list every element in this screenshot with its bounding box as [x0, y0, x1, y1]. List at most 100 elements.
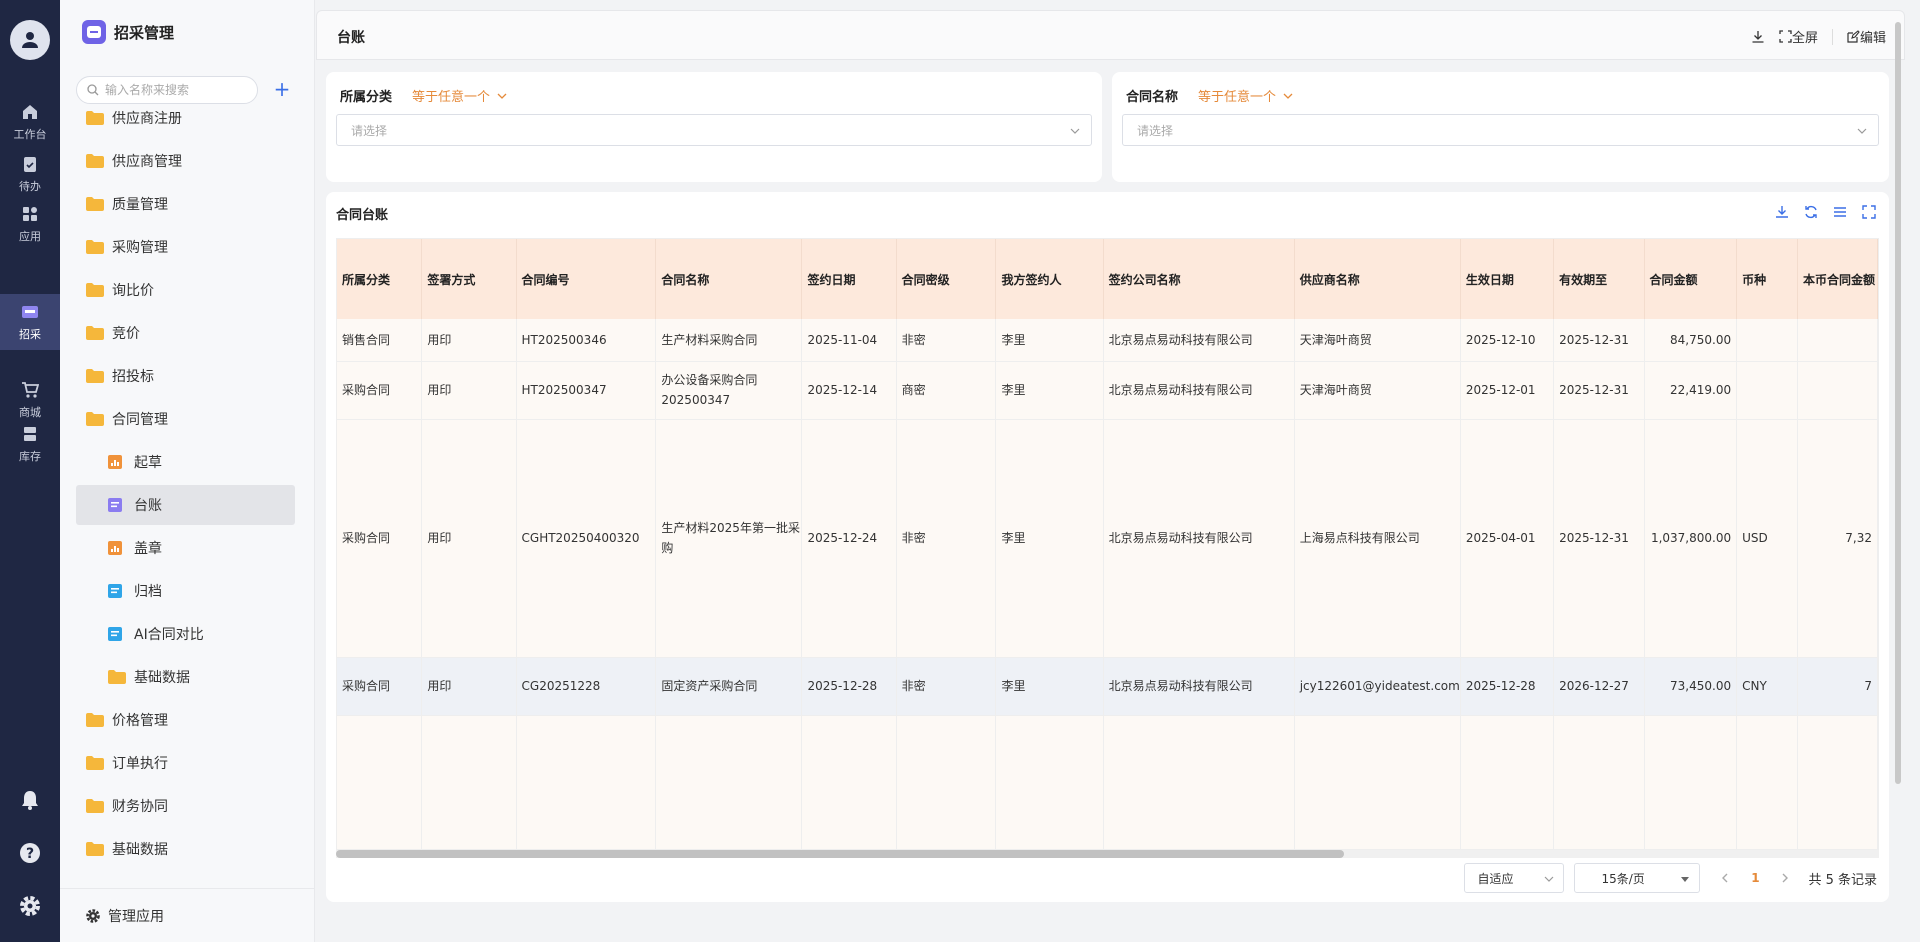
- table-cell: [1736, 361, 1799, 420]
- rail-item-workbench[interactable]: 工作台: [0, 94, 60, 150]
- settings-gear-icon[interactable]: [0, 886, 60, 926]
- filter-label: 合同名称: [1126, 90, 1179, 105]
- avatar[interactable]: [10, 20, 50, 60]
- column-header[interactable]: 有效期至: [1553, 239, 1645, 319]
- column-header[interactable]: 签署方式: [421, 239, 517, 319]
- folder-icon: [108, 670, 126, 684]
- main-content: 台账 全屏 编辑 所属分类 等于任意一个 请选择 合同名称 等于任意一个 请选择…: [316, 10, 1905, 932]
- column-header[interactable]: 合同名称: [655, 239, 803, 319]
- prev-page-button[interactable]: [1710, 863, 1740, 893]
- rail-item-apps[interactable]: 应用: [0, 196, 60, 252]
- chevron-down-icon: [1857, 128, 1867, 134]
- fit-mode-select[interactable]: 自适应: [1464, 863, 1565, 893]
- sidebar-item-ai-contract-compare[interactable]: AI合同对比: [76, 614, 295, 654]
- home-icon: [20, 102, 40, 122]
- page-size-select[interactable]: 15条/页: [1574, 863, 1701, 893]
- sidebar-item-seal[interactable]: 盖章: [76, 528, 295, 568]
- table-row[interactable]: 采购合同 用印 HT202500347 办公设备采购合同202500347 2025-1…: [337, 361, 1878, 420]
- sidebar-item-price-comparison[interactable]: 询比价: [76, 270, 295, 310]
- page-number-current[interactable]: 1: [1740, 871, 1770, 885]
- rail-item-inventory[interactable]: 库存: [0, 416, 60, 472]
- table-cell: 用印: [421, 319, 517, 362]
- sidebar-item-tendering[interactable]: 招投标: [76, 356, 295, 396]
- table-cell: 非密: [896, 419, 997, 658]
- add-icon[interactable]: +: [272, 79, 292, 100]
- column-header[interactable]: 本币合同金额: [1797, 239, 1878, 319]
- table-cell: CG20251228: [516, 657, 657, 716]
- sidebar-item-label: 归档: [134, 584, 162, 600]
- sidebar-item-purchase-management[interactable]: 采购管理: [76, 227, 295, 267]
- download-button[interactable]: [1751, 30, 1765, 44]
- sidebar-item-label: AI合同对比: [134, 627, 204, 643]
- scrollbar-thumb[interactable]: [336, 850, 1344, 858]
- column-header[interactable]: 签约公司名称: [1103, 239, 1295, 319]
- sidebar-item-order-execution[interactable]: 订单执行: [76, 743, 295, 783]
- notification-bell-icon[interactable]: [0, 780, 60, 820]
- export-download-icon[interactable]: [1774, 204, 1790, 220]
- column-header[interactable]: 币种: [1736, 239, 1799, 319]
- sidebar-item-label: 招投标: [112, 369, 154, 385]
- folder-icon: [86, 842, 104, 856]
- table-row[interactable]: 采购合同 用印 CG20251228 固定资产采购合同 2025-12-28 非密 李里 北京…: [337, 657, 1878, 716]
- column-header[interactable]: 生效日期: [1460, 239, 1555, 319]
- table-row[interactable]: 销售合同 用印 HT202500346 生产材料采购合同 2025-11-04 非密 李里北…: [337, 319, 1878, 362]
- column-settings-icon[interactable]: [1832, 204, 1848, 220]
- empty-cell: [1797, 715, 1878, 849]
- sidebar-item-price-management[interactable]: 价格管理: [76, 700, 295, 740]
- pagination: 自适应 15条/页 1 共 5 条记录: [1464, 862, 1877, 894]
- table-cell: 2025-12-31: [1553, 361, 1645, 420]
- manage-apps-button[interactable]: 管理应用: [60, 888, 315, 942]
- sidebar-search-input[interactable]: [105, 83, 255, 97]
- sidebar-item-finance-collab[interactable]: 财务协同: [76, 786, 295, 826]
- folder-icon: [86, 111, 104, 125]
- table-cell: 2025-12-28: [1460, 657, 1555, 716]
- chevron-down-icon: [1070, 128, 1080, 134]
- filter-category-select[interactable]: 请选择: [336, 114, 1092, 146]
- page-size-label: 15条/页: [1601, 871, 1645, 886]
- filter-contract-name-select[interactable]: 请选择: [1122, 114, 1879, 146]
- column-header[interactable]: 我方签约人: [995, 239, 1104, 319]
- sidebar-item-ledger[interactable]: 台账: [76, 485, 295, 525]
- column-header[interactable]: 合同金额: [1644, 239, 1738, 319]
- sidebar-item-supplier-management[interactable]: 供应商管理: [76, 141, 295, 181]
- column-header[interactable]: 所属分类: [337, 239, 423, 319]
- empty-cell: [896, 715, 997, 849]
- app-rail: 工作台 待办 应用 招采 商城 库存 ?: [0, 0, 60, 942]
- refresh-icon[interactable]: [1803, 204, 1819, 220]
- column-header[interactable]: 合同密级: [896, 239, 997, 319]
- gear-icon: [86, 908, 100, 923]
- sidebar-item-label: 基础数据: [112, 842, 168, 858]
- sidebar-item-contract-base-data[interactable]: 基础数据: [76, 657, 295, 697]
- table-cell: 2025-12-01: [1460, 361, 1555, 420]
- sidebar-title: 招采管理: [114, 23, 175, 42]
- table-cell: 用印: [421, 419, 517, 658]
- fullscreen-icon[interactable]: [1861, 204, 1877, 220]
- sidebar-item-quality-management[interactable]: 质量管理: [76, 184, 295, 224]
- column-header[interactable]: 供应商名称: [1294, 239, 1461, 319]
- filter-operator-dropdown[interactable]: 等于任意一个: [412, 86, 508, 105]
- sidebar-item-base-data[interactable]: 基础数据: [76, 829, 295, 869]
- table-cell: HT202500347: [516, 361, 657, 420]
- rail-item-procurement[interactable]: 招采: [0, 294, 60, 350]
- sidebar-item-label: 供应商管理: [112, 154, 182, 170]
- next-page-button[interactable]: [1770, 863, 1800, 893]
- sidebar-item-bidding[interactable]: 竞价: [76, 313, 295, 353]
- sidebar-item-contract-management[interactable]: 合同管理: [76, 399, 295, 439]
- table-cell: [1736, 319, 1799, 362]
- page-header: 台账 全屏 编辑: [316, 10, 1905, 60]
- table-cell: 2026-12-27: [1553, 657, 1645, 716]
- column-header[interactable]: 签约日期: [801, 239, 897, 319]
- folder-icon: [86, 713, 104, 727]
- fullscreen-button[interactable]: 全屏: [1779, 27, 1818, 46]
- filter-operator-dropdown[interactable]: 等于任意一个: [1198, 86, 1294, 105]
- sidebar-item-archive[interactable]: 归档: [76, 571, 295, 611]
- vertical-scrollbar[interactable]: [1895, 22, 1901, 784]
- help-icon[interactable]: ?: [0, 833, 60, 873]
- column-header[interactable]: 合同编号: [516, 239, 657, 319]
- sidebar-item-draft[interactable]: 起草: [76, 442, 295, 482]
- edit-button[interactable]: 编辑: [1847, 27, 1886, 46]
- table-row[interactable]: 采购合同 用印 CGHT20250400320 生产材料2025年第一批采购 2025-…: [337, 419, 1878, 658]
- sidebar-item-supplier-registration[interactable]: 供应商注册: [76, 98, 295, 138]
- horizontal-scrollbar[interactable]: [336, 850, 1879, 858]
- rail-item-todo[interactable]: 待办: [0, 146, 60, 202]
